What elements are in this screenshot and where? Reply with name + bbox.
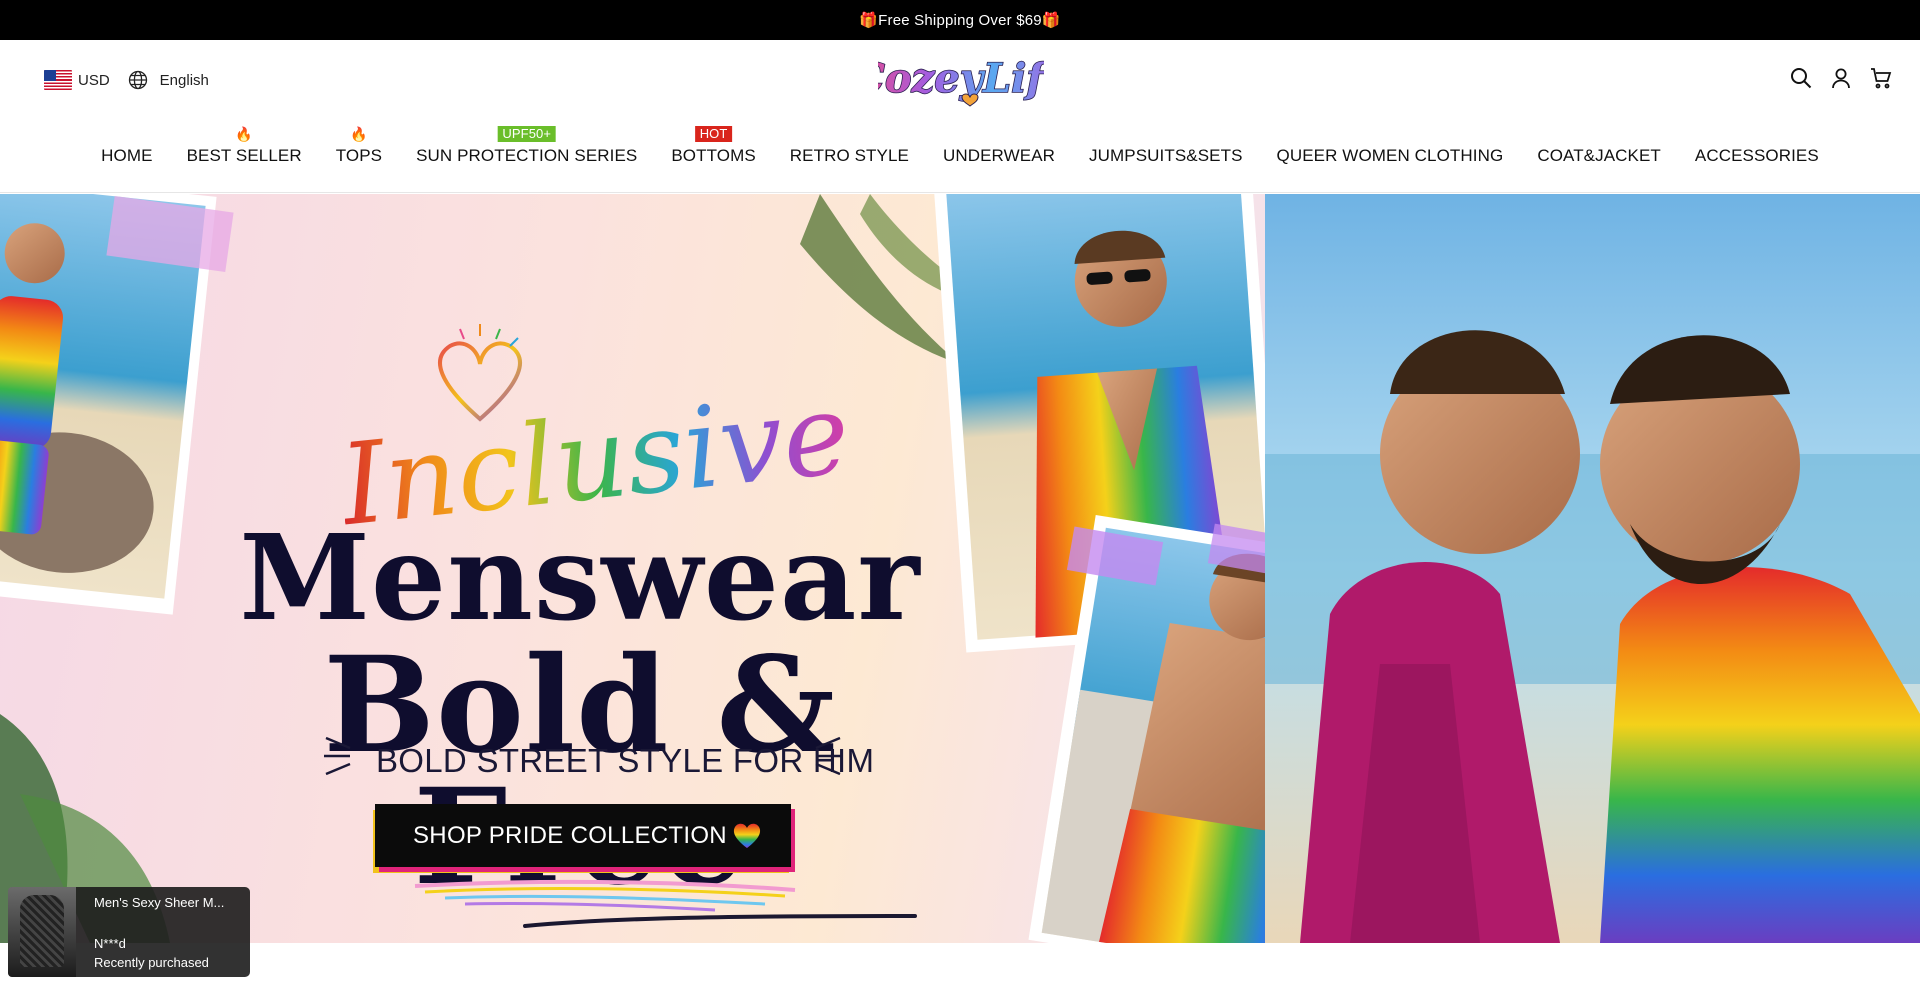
header-actions xyxy=(1790,66,1892,90)
nav-item-home[interactable]: HOME xyxy=(84,136,169,176)
nav-item-coat-jacket[interactable]: COAT&JACKET xyxy=(1520,136,1678,176)
shop-pride-collection-button[interactable]: SHOP PRIDE COLLECTION xyxy=(375,804,791,867)
popup-product-title[interactable]: Men's Sexy Sheer M... xyxy=(94,893,234,913)
hero-title-line1: Menswear xyxy=(239,508,921,647)
recent-purchase-popup[interactable]: Men's Sexy Sheer M... N***d Recently pur… xyxy=(8,887,250,977)
popup-status: Recently purchased xyxy=(94,954,209,970)
nav-item-label: ACCESSORIES xyxy=(1694,146,1819,165)
popup-buyer: N***d xyxy=(94,936,126,952)
burst-lines-left-icon xyxy=(324,736,351,776)
nav-item-label: RETRO STYLE xyxy=(789,146,909,165)
nav-item-underwear[interactable]: UNDERWEAR xyxy=(926,136,1072,176)
fire-badge-icon: 🔥 xyxy=(350,126,368,142)
locale-selector: USD English xyxy=(44,70,209,90)
search-icon[interactable] xyxy=(1790,66,1812,90)
nav-item-jumpsuits-sets[interactable]: JUMPSUITS&SETS xyxy=(1072,136,1259,176)
announcement-text: 🎁Free Shipping Over $69🎁 xyxy=(859,12,1061,29)
rainbow-heart-icon xyxy=(733,823,761,848)
site-header: USD English CozeyLife xyxy=(0,40,1920,193)
globe-icon[interactable] xyxy=(128,70,148,90)
svg-text:CozeyLife: CozeyLife xyxy=(878,55,1044,102)
nav-item-queer-women-clothing[interactable]: QUEER WOMEN CLOTHING xyxy=(1260,136,1521,176)
popup-product-image[interactable] xyxy=(8,887,76,977)
nav-item-accessories[interactable]: ACCESSORIES xyxy=(1678,136,1836,176)
nav-item-best-seller[interactable]: 🔥 BEST SELLER xyxy=(170,126,319,176)
language-selector[interactable]: English xyxy=(160,72,209,89)
nav-item-label: SUN PROTECTION SERIES xyxy=(416,146,638,165)
main-nav: HOME 🔥 BEST SELLER 🔥 TOPS UPF50+ SUN PROTECTIO… xyxy=(0,126,1920,176)
hero-banner[interactable]: Inclusive Menswear Bold & Free BOLD STRE… xyxy=(0,194,1920,943)
rainbow-brush-stroke xyxy=(414,879,796,912)
burst-lines-right-icon xyxy=(815,736,842,776)
nav-item-retro-style[interactable]: RETRO STYLE xyxy=(773,136,926,176)
nav-item-label: BOTTOMS xyxy=(671,146,756,165)
nav-item-label: JUMPSUITS&SETS xyxy=(1089,146,1243,165)
cta-label: SHOP PRIDE COLLECTION xyxy=(413,821,727,849)
us-flag-icon[interactable] xyxy=(44,70,72,90)
nav-item-label: UNDERWEAR xyxy=(942,146,1056,165)
nav-item-tops[interactable]: 🔥 TOPS xyxy=(319,126,399,176)
hero-tagline: BOLD STREET STYLE FOR HIM xyxy=(376,742,875,779)
nav-item-label: BEST SELLER xyxy=(186,146,302,165)
currency-selector[interactable]: USD xyxy=(78,72,110,89)
nav-item-label: TOPS xyxy=(335,146,383,165)
nav-badge: HOT xyxy=(694,126,733,142)
nav-item-label: COAT&JACKET xyxy=(1537,146,1661,165)
announcement-bar: 🎁Free Shipping Over $69🎁 xyxy=(0,0,1920,40)
cart-icon[interactable] xyxy=(1870,66,1892,90)
nav-badge: UPF50+ xyxy=(497,126,557,142)
nav-item-label: QUEER WOMEN CLOTHING xyxy=(1276,146,1504,165)
site-logo[interactable]: CozeyLife xyxy=(852,46,1070,118)
nav-item-bottoms[interactable]: HOT BOTTOMS xyxy=(654,126,772,176)
nav-item-sun-protection-series[interactable]: UPF50+ SUN PROTECTION SERIES xyxy=(399,126,654,176)
fire-badge-icon: 🔥 xyxy=(235,126,253,142)
nav-item-label: HOME xyxy=(101,146,153,165)
account-icon[interactable] xyxy=(1830,66,1852,90)
below-hero-section xyxy=(0,943,1920,993)
